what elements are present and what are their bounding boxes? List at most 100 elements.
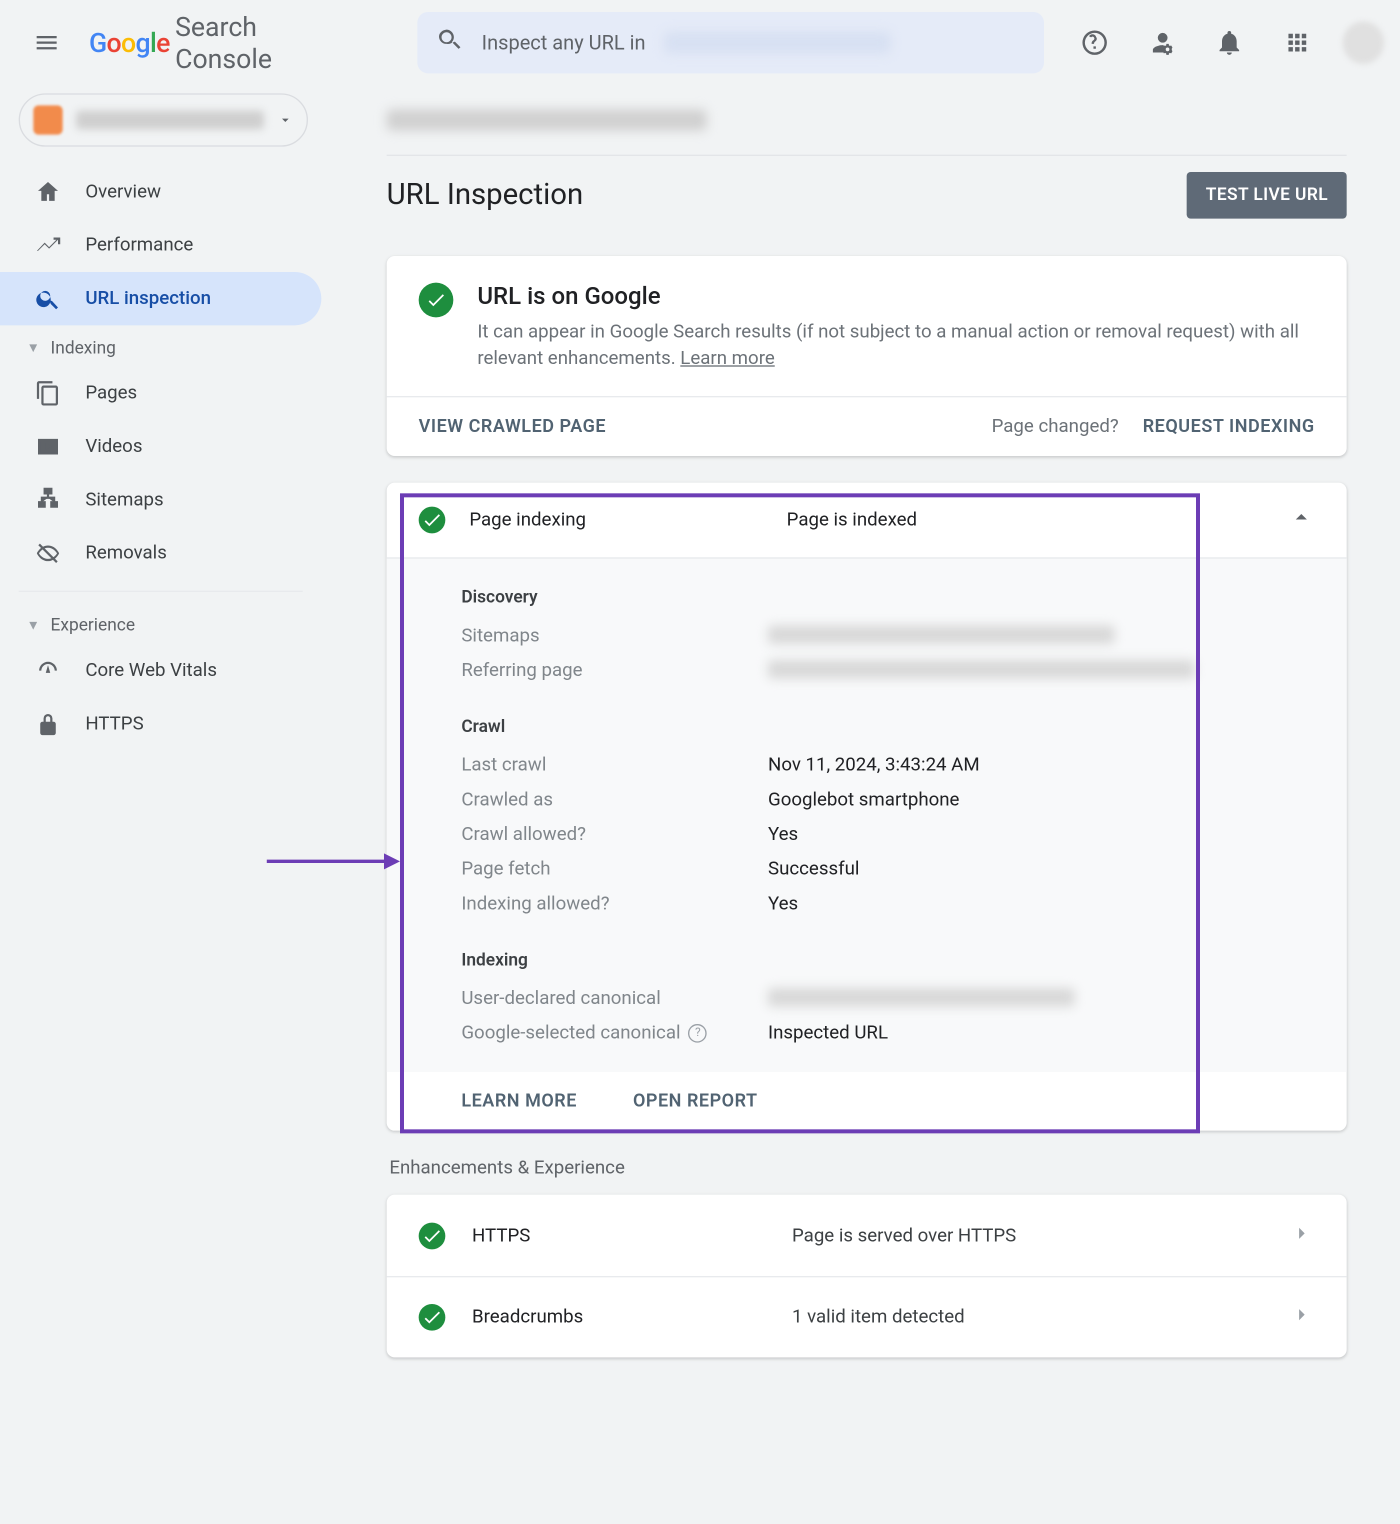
page-indexing-body: Discovery Sitemaps Referring page Crawl …	[387, 558, 1347, 1073]
indexing-heading: Indexing	[387, 940, 1347, 981]
kv-key: Referring page	[461, 660, 768, 681]
kv-key: Google-selected canonical ?	[461, 1023, 768, 1044]
nav-label: Pages	[85, 383, 137, 404]
kv-key: User-declared canonical	[461, 988, 768, 1009]
notifications-icon[interactable]	[1201, 13, 1258, 72]
hamburger-menu[interactable]	[16, 11, 78, 75]
row-value: 1 valid item detected	[792, 1307, 965, 1328]
view-crawled-page-button[interactable]: VIEW CRAWLED PAGE	[419, 416, 606, 437]
kv-value: Yes	[768, 824, 798, 845]
nav-overview[interactable]: Overview	[0, 165, 321, 218]
section-value: Page is indexed	[787, 510, 917, 531]
open-report-button[interactable]: OPEN REPORT	[633, 1091, 758, 1112]
pages-icon	[35, 380, 62, 407]
row-value: Page is served over HTTPS	[792, 1226, 1016, 1247]
nav-label: Videos	[85, 436, 142, 457]
page-title: URL Inspection	[387, 179, 584, 212]
enhancement-row-breadcrumbs[interactable]: Breadcrumbs 1 valid item detected	[387, 1276, 1347, 1357]
nav-label: Core Web Vitals	[85, 660, 217, 681]
chevron-up-icon	[1288, 504, 1315, 536]
sidebar: Overview Performance URL inspection ▼ In…	[0, 85, 340, 758]
section-label: Page indexing	[469, 510, 762, 531]
help-icon[interactable]: ?	[689, 1024, 708, 1043]
property-name-blurred	[76, 111, 264, 130]
nav-https[interactable]: HTTPS	[0, 697, 321, 750]
account-avatar[interactable]	[1342, 21, 1384, 64]
help-icon[interactable]	[1066, 13, 1123, 72]
kv-key: Last crawl	[461, 755, 768, 776]
kv-value: Nov 11, 2024, 3:43:24 AM	[768, 755, 980, 776]
learn-more-button[interactable]: LEARN MORE	[461, 1091, 577, 1112]
search-placeholder: Inspect any URL in	[482, 31, 646, 55]
kv-key: Page fetch	[461, 859, 768, 880]
nav-pages[interactable]: Pages	[0, 367, 321, 420]
request-indexing-button[interactable]: REQUEST INDEXING	[1143, 416, 1315, 437]
kv-key: Crawl allowed?	[461, 824, 768, 845]
lock-icon	[35, 711, 62, 738]
kv-value: Inspected URL	[768, 1023, 888, 1044]
kv-key: Sitemaps	[461, 626, 768, 647]
discovery-heading: Discovery	[387, 578, 1347, 619]
kv-value-blurred	[768, 988, 1075, 1007]
nav-sitemaps[interactable]: Sitemaps	[0, 473, 321, 526]
kv-value: Googlebot smartphone	[768, 790, 959, 811]
kv-key: Crawled as	[461, 790, 768, 811]
product-name: Search Console	[175, 11, 354, 75]
chevron-right-icon	[1288, 1302, 1315, 1334]
home-icon	[35, 179, 62, 206]
nav-performance[interactable]: Performance	[0, 219, 321, 272]
annotation-arrow	[267, 848, 400, 875]
apps-icon[interactable]	[1269, 13, 1326, 72]
google-logo: Google	[89, 27, 170, 59]
user-settings-icon[interactable]	[1134, 13, 1191, 72]
kv-value-blurred	[768, 626, 1115, 645]
nav-core-web-vitals[interactable]: Core Web Vitals	[0, 644, 321, 697]
nav-section-indexing[interactable]: ▼ Indexing	[0, 325, 321, 366]
nav-label: URL inspection	[85, 288, 211, 309]
kv-key: Indexing allowed?	[461, 894, 768, 915]
nav-label: Removals	[85, 543, 167, 564]
trend-icon	[35, 232, 62, 259]
inspected-url-blurred	[387, 109, 707, 130]
nav-section-label: Experience	[51, 616, 135, 636]
nav-label: HTTPS	[85, 713, 143, 734]
success-check-icon	[419, 1223, 446, 1250]
nav-videos[interactable]: Videos	[0, 420, 321, 473]
row-label: Breadcrumbs	[472, 1307, 765, 1328]
search-icon	[35, 285, 62, 312]
page-changed-label: Page changed?	[992, 416, 1119, 437]
search-icon	[436, 27, 463, 59]
inspected-url-breadcrumb	[387, 93, 1347, 146]
kv-value: Successful	[768, 859, 859, 880]
nav-label: Performance	[85, 235, 193, 256]
url-inspect-search[interactable]: Inspect any URL in	[418, 12, 1045, 73]
enhancement-row-https[interactable]: HTTPS Page is served over HTTPS	[387, 1195, 1347, 1276]
kv-value-blurred	[768, 660, 1195, 679]
page-indexing-header[interactable]: Page indexing Page is indexed	[387, 483, 1347, 558]
removals-icon	[35, 540, 62, 567]
row-label: HTTPS	[472, 1226, 765, 1247]
speed-icon	[35, 657, 62, 684]
test-live-url-button[interactable]: TEST LIVE URL	[1187, 172, 1347, 219]
product-logo: Google Search Console	[89, 11, 354, 75]
nav-section-label: Indexing	[51, 339, 116, 359]
search-domain-blurred	[664, 32, 891, 53]
page-indexing-card: Page indexing Page is indexed Discovery …	[387, 483, 1347, 1131]
chevron-down-icon	[277, 107, 293, 132]
nav-section-experience[interactable]: ▼ Experience	[0, 603, 321, 644]
nav-label: Overview	[85, 181, 161, 202]
nav-removals[interactable]: Removals	[0, 527, 321, 580]
enhancements-title: Enhancements & Experience	[389, 1158, 1346, 1179]
kv-value: Yes	[768, 894, 798, 915]
status-title: URL is on Google	[477, 283, 1314, 311]
crawl-heading: Crawl	[387, 707, 1347, 748]
status-description: It can appear in Google Search results (…	[477, 320, 1314, 372]
nav-url-inspection[interactable]: URL inspection	[0, 272, 321, 325]
sitemap-icon	[35, 487, 62, 514]
learn-more-link[interactable]: Learn more	[680, 347, 774, 368]
property-selector[interactable]	[19, 93, 308, 146]
success-check-icon	[419, 283, 454, 318]
enhancements-card: HTTPS Page is served over HTTPS Breadcru…	[387, 1195, 1347, 1358]
chevron-down-icon: ▼	[27, 341, 40, 356]
chevron-down-icon: ▼	[27, 619, 40, 634]
